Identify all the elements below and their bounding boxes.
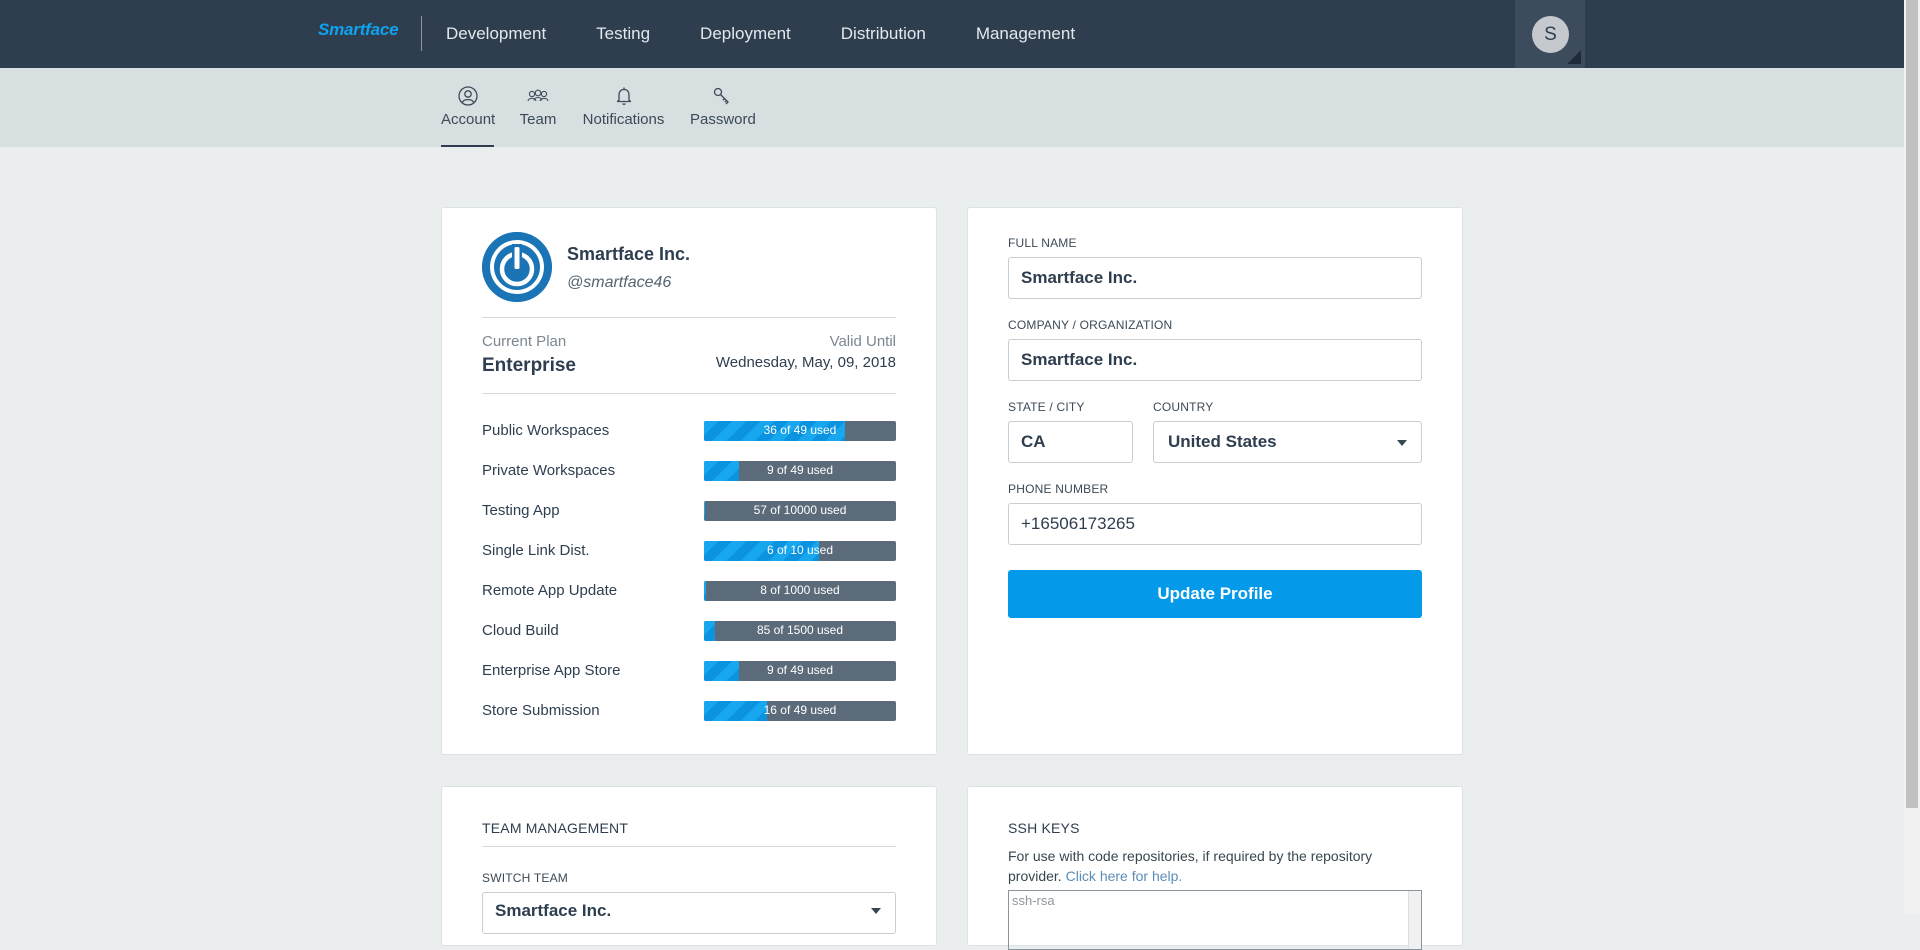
smartface-logo[interactable]: Smartface [318, 20, 399, 40]
team-icon [527, 89, 549, 102]
usage-progress-text: 6 of 10 used [766, 543, 834, 557]
tab-password-label: Password [690, 111, 756, 128]
phone-label: PHONE NUMBER [1008, 482, 1109, 496]
company-name: Smartface Inc. [567, 244, 691, 264]
usage-row: Enterprise App Store 9 of 49 used [482, 661, 896, 681]
usage-label: Cloud Build [482, 622, 559, 639]
usage-progress-bar: 16 of 49 used [704, 701, 896, 721]
usage-progress-bar: 9 of 49 used [704, 461, 896, 481]
full-name-label: FULL NAME [1008, 236, 1077, 250]
tab-notifications[interactable]: Notifications [582, 68, 665, 147]
dropdown-corner-icon [1567, 50, 1581, 64]
usage-label: Private Workspaces [482, 462, 616, 479]
usage-progress-text: 57 of 10000 used [753, 503, 847, 517]
switch-team-select[interactable]: Smartface Inc. [482, 892, 896, 934]
top-navigation-bar: Smartface Development Testing Deployment… [0, 0, 1904, 68]
ssh-key-textarea[interactable]: ssh-rsa [1008, 890, 1422, 950]
main-nav: Development Testing Deployment Distribut… [446, 0, 1125, 68]
ssh-keys-card: SSH KEYS For use with code repositories,… [967, 786, 1463, 950]
page-scrollbar[interactable] [1904, 0, 1920, 914]
tab-notifications-label: Notifications [582, 111, 665, 128]
profile-form-card: FULL NAME Smartface Inc. COMPANY / ORGAN… [967, 207, 1463, 755]
usage-label: Store Submission [482, 702, 600, 719]
account-subnav: Account Team Notifications Password [441, 68, 779, 147]
valid-until-label: Valid Until [829, 333, 896, 350]
tab-password[interactable]: Password [690, 68, 756, 147]
state-city-label: STATE / CITY [1008, 400, 1085, 414]
company-label: COMPANY / ORGANIZATION [1008, 318, 1173, 332]
bell-icon [616, 87, 631, 105]
nav-development[interactable]: Development [446, 0, 546, 68]
key-icon [713, 87, 729, 105]
usage-progress-bar: 9 of 49 used [704, 661, 896, 681]
divider [482, 846, 896, 847]
ssh-help-link[interactable]: Click here for help. [1066, 868, 1183, 884]
usage-row: Single Link Dist. 6 of 10 used [482, 541, 896, 561]
usage-progress-bar: 36 of 49 used [704, 421, 896, 441]
divider [482, 393, 896, 394]
nav-distribution[interactable]: Distribution [841, 0, 926, 68]
usage-row: Store Submission 16 of 49 used [482, 701, 896, 721]
usage-label: Single Link Dist. [482, 542, 590, 559]
usage-row: Remote App Update 8 of 1000 used [482, 581, 896, 601]
chevron-down-icon [1397, 440, 1407, 446]
usage-label: Remote App Update [482, 582, 618, 599]
nav-testing[interactable]: Testing [596, 0, 650, 68]
team-management-card: TEAM MANAGEMENT SWITCH TEAM Smartface In… [441, 786, 937, 946]
usage-label: Enterprise App Store [482, 662, 621, 679]
textarea-scrollbar[interactable] [1408, 891, 1421, 949]
usage-row: Testing App 57 of 10000 used [482, 501, 896, 521]
team-management-title: TEAM MANAGEMENT [482, 820, 629, 836]
account-subnav-bar: Account Team Notifications Password [0, 68, 1904, 147]
current-plan-label: Current Plan [482, 333, 567, 350]
country-label: COUNTRY [1153, 400, 1214, 414]
usage-row: Private Workspaces 9 of 49 used [482, 461, 896, 481]
company-field[interactable]: Smartface Inc. [1008, 339, 1422, 381]
user-menu[interactable]: S [1515, 0, 1585, 68]
ssh-key-placeholder: ssh-rsa [1012, 893, 1055, 908]
company-handle: @smartface46 [567, 274, 672, 291]
usage-progress-text: 9 of 49 used [766, 663, 834, 677]
tab-team-label: Team [519, 111, 557, 128]
current-plan-value: Enterprise [482, 355, 576, 376]
avatar[interactable]: S [1532, 16, 1569, 53]
divider [482, 317, 896, 318]
usage-progress-bar: 85 of 1500 used [704, 621, 896, 641]
nav-management[interactable]: Management [976, 0, 1075, 68]
nav-deployment[interactable]: Deployment [700, 0, 791, 68]
ssh-keys-title: SSH KEYS [1008, 820, 1080, 836]
switch-team-label: SWITCH TEAM [482, 871, 568, 885]
ssh-description-text: For use with code repositories, if requi… [1008, 848, 1373, 884]
scrollbar-thumb[interactable] [1906, 0, 1918, 808]
company-logo [482, 232, 552, 302]
tab-team[interactable]: Team [519, 68, 557, 147]
tab-account[interactable]: Account [441, 68, 496, 147]
state-city-field[interactable]: CA [1008, 421, 1133, 463]
usage-progress-bar: 6 of 10 used [704, 541, 896, 561]
ssh-keys-description: For use with code repositories, if requi… [1008, 846, 1428, 886]
phone-field[interactable]: +16506173265 [1008, 503, 1422, 545]
logo-divider [421, 16, 422, 51]
usage-progress-bar: 57 of 10000 used [704, 501, 896, 521]
usage-label: Testing App [482, 502, 560, 519]
usage-progress-text: 85 of 1500 used [756, 623, 844, 637]
user-circle-icon [457, 86, 478, 106]
usage-progress-bar: 8 of 1000 used [704, 581, 896, 601]
usage-progress-text: 8 of 1000 used [760, 583, 840, 597]
tab-account-label: Account [441, 111, 496, 128]
usage-progress-text: 9 of 49 used [766, 463, 834, 477]
usage-row: Public Workspaces 36 of 49 used [482, 421, 896, 441]
country-select[interactable]: United States [1153, 421, 1422, 463]
account-summary-card: Smartface Inc. @smartface46 Current Plan… [441, 207, 937, 755]
switch-team-value: Smartface Inc. [495, 901, 612, 920]
usage-progress-text: 36 of 49 used [763, 423, 837, 437]
chevron-down-icon [871, 908, 881, 914]
update-profile-button[interactable]: Update Profile [1008, 570, 1422, 618]
usage-label: Public Workspaces [482, 422, 610, 439]
usage-progress-text: 16 of 49 used [763, 703, 837, 717]
usage-row: Cloud Build 85 of 1500 used [482, 621, 896, 641]
full-name-field[interactable]: Smartface Inc. [1008, 257, 1422, 299]
country-select-value: United States [1168, 432, 1277, 451]
valid-until-value: Wednesday, May, 09, 2018 [715, 354, 896, 371]
